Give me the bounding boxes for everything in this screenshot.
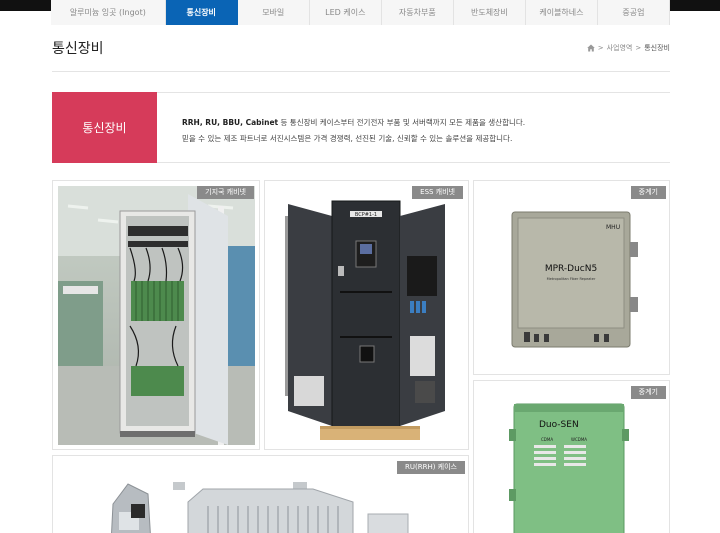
repeater-duosen-photo: Duo-SEN CDMA WCDMA [509,399,629,533]
intro-description: RRH, RU, BBU, Cabinet 등 통신장비 케이스부터 전기전자 … [182,115,525,147]
tab-heavy-industry[interactable]: 중공업 [597,0,670,25]
product-card-ru-rrh-case[interactable]: RU(RRH) 케이스 [52,455,469,533]
tab-semiconductor[interactable]: 반도체장비 [453,0,526,25]
product-label: 기지국 캐비넷 [197,186,254,199]
tab-ingot[interactable]: 알루미늄 잉곳 (Ingot) [51,0,166,25]
intro-category-box: 통신장비 [52,92,157,163]
product-card-repeater-2[interactable]: Duo-SEN CDMA WCDMA 중계기 [473,380,670,533]
repeater-subtitle: Metropolitan Fiber Repeater [547,277,596,281]
intro-line1-rest: 등 통신장비 케이스부터 전기전자 부품 및 서버랙까지 모든 제품을 생산합니… [278,118,526,127]
home-icon[interactable] [586,44,595,52]
title-divider [52,71,670,72]
repeater-mpr-photo: MHU MPR-DucN5 Metropolitan Fiber Repeate… [504,207,644,357]
tab-mobile[interactable]: 모바일 [237,0,310,25]
intro-line1-bold: RRH, RU, BBU, Cabinet [182,118,279,127]
breadcrumb-current: 통신장비 [644,44,670,52]
repeater2-col1: CDMA [541,437,553,442]
category-nav: 알루미늄 잉곳 (Ingot) 통신장비 모바일 LED 케이스 자동차부품 반… [51,0,670,25]
ru-rrh-case-photo [103,474,423,533]
base-station-cabinet-photo [58,186,255,445]
product-label: 중계기 [630,386,666,399]
breadcrumb-separator: > [635,44,642,52]
product-card-base-station-cabinet[interactable]: 기지국 캐비넷 [52,180,260,450]
repeater-brand: MPR-DucN5 [545,264,597,274]
product-card-ess-cabinet[interactable]: BCP#1-1 ESS 캐비넷 [264,180,469,450]
product-label: RU(RRH) 케이스 [397,461,465,474]
repeater2-col2: WCDMA [571,437,587,442]
repeater-tag: MHU [606,224,620,231]
ess-cabinet-photo: BCP#1-1 [280,186,455,445]
product-label: 중계기 [630,186,666,199]
product-label: ESS 캐비넷 [412,186,463,199]
page-title: 통신장비 [52,41,104,57]
tab-led-case[interactable]: LED 케이스 [309,0,382,25]
tab-auto-parts[interactable]: 자동차부품 [381,0,454,25]
tab-telecom[interactable]: 통신장비 [165,0,238,25]
breadcrumb-separator: > [597,44,604,52]
ess-panel-text: BCP#1-1 [355,212,377,218]
breadcrumb-parent[interactable]: 사업영역 [607,43,633,53]
intro-line2: 믿을 수 있는 제조 파트너로 서진시스템은 가격 경쟁력, 선진된 기술, 신… [182,134,513,143]
product-card-repeater-1[interactable]: MHU MPR-DucN5 Metropolitan Fiber Repeate… [473,180,670,375]
breadcrumb: > 사업영역 > 통신장비 [586,43,670,53]
tab-cable-harness[interactable]: 케이블하네스 [525,0,598,25]
repeater2-brand: Duo-SEN [539,420,579,430]
